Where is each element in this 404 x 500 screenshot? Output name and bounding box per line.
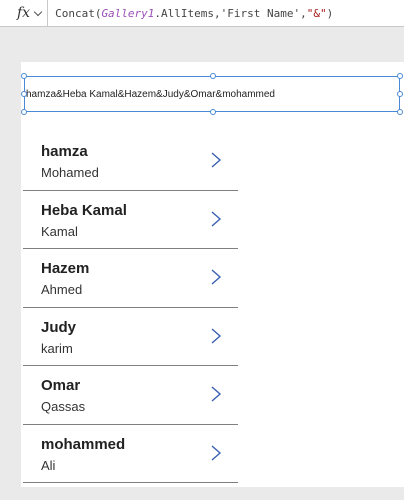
gallery-item[interactable]: Hazem Ahmed	[23, 249, 238, 308]
gallery-item[interactable]: hamza Mohamed	[23, 132, 238, 191]
resize-handle-bottom-right[interactable]	[397, 109, 403, 115]
item-subtitle: Ali	[41, 457, 56, 473]
formula-input[interactable]: Concat(Gallery1.AllItems,'First Name',"&…	[55, 7, 333, 20]
resize-handle-top-right[interactable]	[397, 73, 403, 79]
chevron-right-icon[interactable]	[208, 386, 224, 402]
resize-handle-bottom-center[interactable]	[210, 109, 216, 115]
item-subtitle: Kamal	[41, 223, 78, 239]
formula-control-token: Gallery1	[101, 6, 155, 20]
chevron-right-icon[interactable]	[208, 327, 224, 344]
item-subtitle: Mohamed	[41, 165, 99, 180]
item-title: hamza	[41, 143, 88, 160]
item-title: Judy	[41, 318, 77, 336]
gallery-item[interactable]: Judy karim	[23, 308, 238, 366]
chevron-down-icon	[33, 7, 43, 16]
formula-string-token: "&"	[306, 6, 327, 20]
gallery-item[interactable]: Heba Kamal Kamal	[23, 191, 238, 249]
item-subtitle: karim	[41, 340, 73, 356]
item-title: Hazem	[41, 260, 90, 277]
formula-close-token: )	[326, 6, 334, 20]
item-title: mohammed	[41, 435, 126, 453]
formula-bar: fx Concat(Gallery1.AllItems,'First Name'…	[0, 0, 404, 27]
item-subtitle: Qassas	[41, 399, 86, 414]
chevron-right-icon[interactable]	[208, 269, 224, 285]
fx-button[interactable]: fx	[0, 0, 49, 27]
gallery-item[interactable]: mohammed Ali	[23, 425, 238, 483]
resize-handle-bottom-left[interactable]	[21, 109, 27, 115]
gallery: hamza Mohamed Heba Kamal Kamal Hazem Ahm…	[23, 132, 238, 483]
fx-icon: fx	[17, 5, 31, 21]
gallery-item[interactable]: Omar Qassas	[23, 366, 238, 425]
concat-label-text: hamza&Heba Kamal&Hazem&Judy&Omar&mohamme…	[26, 88, 275, 100]
resize-handle-middle-left[interactable]	[21, 91, 27, 97]
resize-handle-top-center[interactable]	[210, 73, 216, 79]
concat-label[interactable]: hamza&Heba Kamal&Hazem&Judy&Omar&mohamme…	[21, 73, 403, 115]
chevron-right-icon[interactable]	[208, 152, 224, 168]
item-title: Heba Kamal	[41, 201, 127, 219]
item-subtitle: Ahmed	[41, 282, 83, 297]
formula-args-token: .AllItems,'First Name',	[154, 6, 307, 20]
chevron-right-icon[interactable]	[208, 444, 224, 461]
resize-handle-middle-right[interactable]	[397, 91, 403, 97]
item-title: Omar	[41, 377, 81, 394]
chevron-right-icon[interactable]	[208, 210, 224, 227]
formula-function-token: Concat(	[55, 6, 102, 20]
resize-handle-top-left[interactable]	[21, 73, 27, 79]
app-canvas: hamza&Heba Kamal&Hazem&Judy&Omar&mohamme…	[21, 62, 404, 487]
